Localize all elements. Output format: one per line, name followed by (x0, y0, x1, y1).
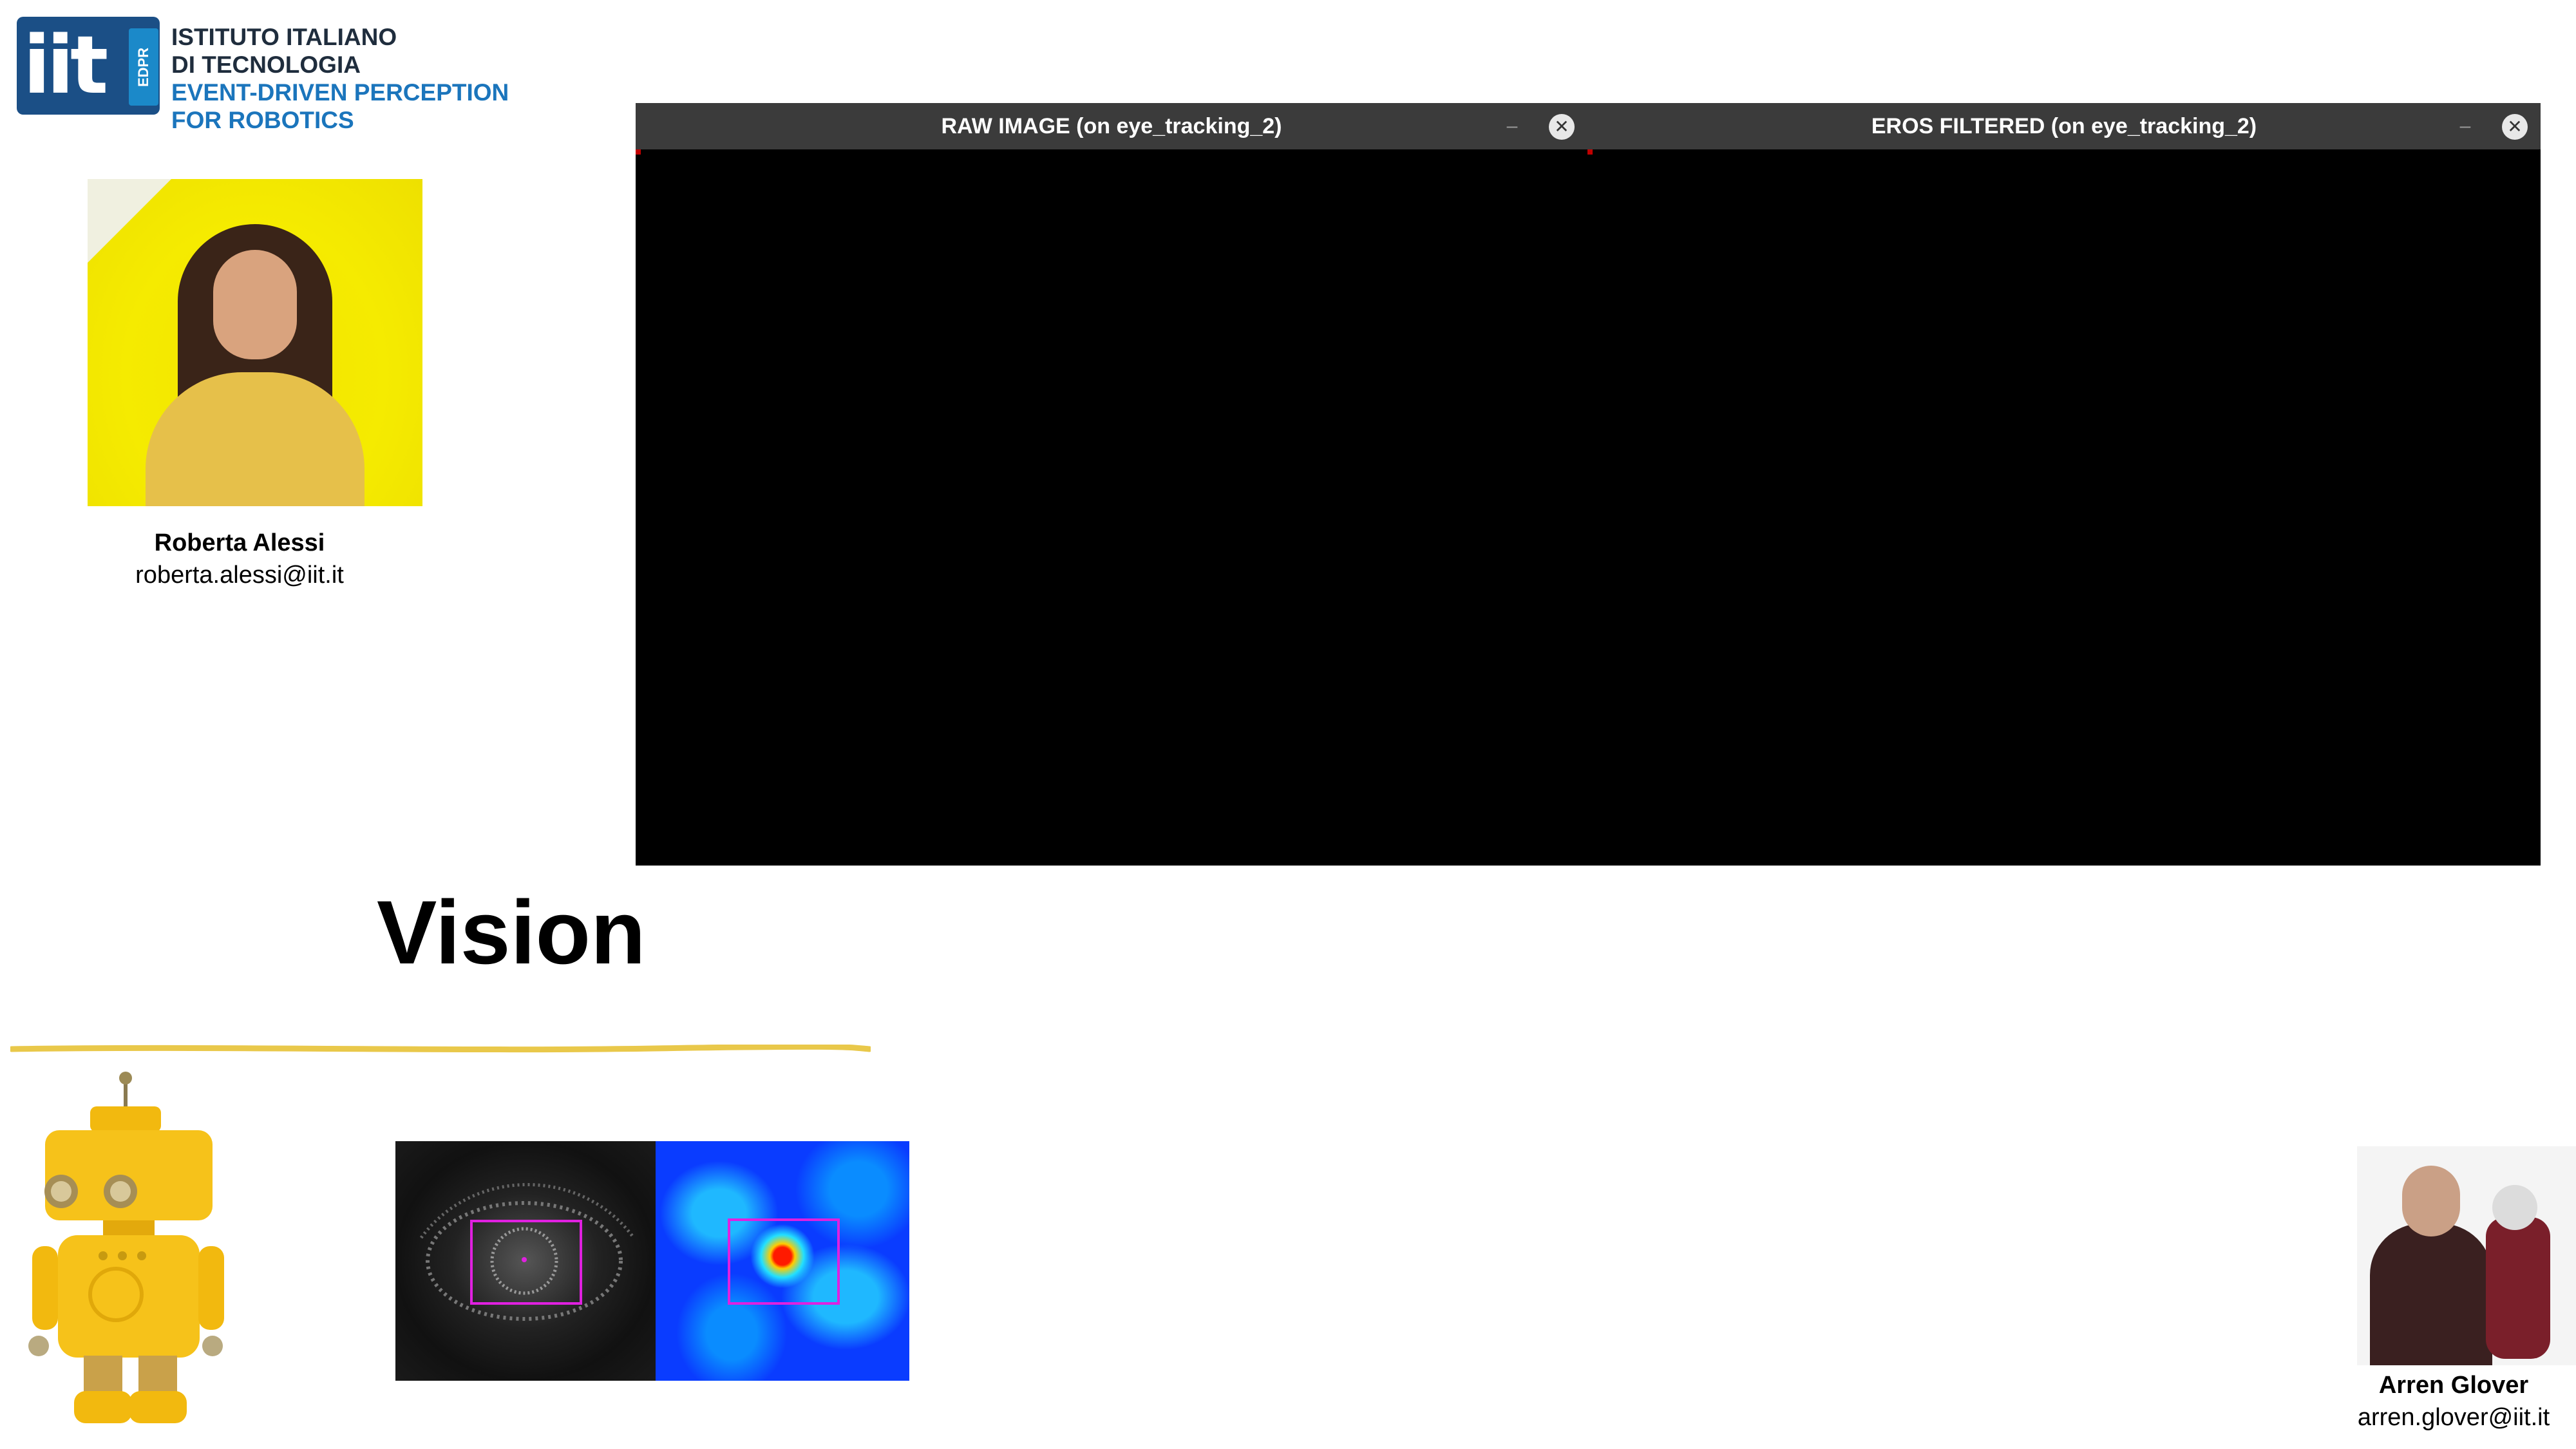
institute-line-2: DI TECNOLOGIA (171, 52, 361, 78)
raw-image-window: RAW IMAGE (on eye_tracking_2) – ✕ (636, 103, 1587, 866)
presenter-photo-arren (2357, 1146, 2576, 1365)
presenter-name: Arren Glover (2378, 1372, 2529, 1399)
window-title: EROS FILTERED (on eye_tracking_2) (1871, 114, 2257, 138)
robot-mascot-icon (28, 1072, 224, 1423)
title-underline (10, 1045, 871, 1053)
tracking-roi-box (728, 1218, 840, 1305)
institute-line-4: FOR ROBOTICS (171, 107, 354, 133)
slide-title: Vision (377, 882, 646, 983)
minimize-icon[interactable]: – (1502, 103, 1522, 149)
institute-line-1: ISTITUTO ITALIANO (171, 24, 397, 50)
close-icon[interactable]: ✕ (2502, 114, 2528, 140)
logo-tag: EDPR (129, 28, 158, 106)
presenter-name: Roberta Alessi (154, 529, 325, 556)
raw-image-canvas (636, 149, 1587, 866)
minimize-icon[interactable]: – (2456, 103, 2475, 149)
pupil-center-marker (522, 1257, 527, 1262)
eye-event-image (395, 1141, 656, 1381)
tracking-roi-box (470, 1220, 582, 1305)
logo-mark: iit (23, 19, 108, 112)
presenter-photo-roberta (88, 179, 422, 506)
presenter-email: arren.glover@iit.it (2357, 1404, 2550, 1431)
eye-heatmap-image (656, 1141, 909, 1381)
iit-logo: iit EDPR (17, 17, 160, 115)
presenter-email: roberta.alessi@iit.it (135, 562, 344, 589)
institute-line-3: EVENT-DRIVEN PERCEPTION (171, 79, 509, 106)
corner-marker (636, 149, 641, 155)
close-icon[interactable]: ✕ (1549, 114, 1575, 140)
corner-marker (1587, 149, 1593, 155)
window-title: RAW IMAGE (on eye_tracking_2) (941, 114, 1282, 138)
eros-filtered-window: EROS FILTERED (on eye_tracking_2) – ✕ (1587, 103, 2541, 866)
eros-filtered-canvas (1587, 149, 2541, 866)
